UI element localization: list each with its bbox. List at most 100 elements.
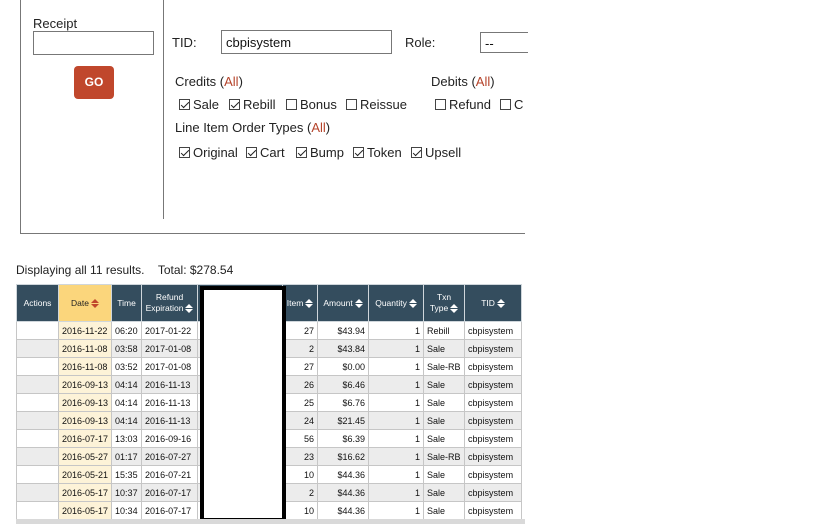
cell-expiration: 2016-07-27 xyxy=(141,447,199,466)
cell-type: Sale xyxy=(423,465,466,484)
sort-arrows-icon xyxy=(305,298,314,308)
results-total: Total: $278.54 xyxy=(157,263,234,277)
col-date[interactable]: Date xyxy=(57,284,113,322)
cell-quantity: 1 xyxy=(368,357,425,376)
cell-time: 04:14 xyxy=(111,393,143,412)
cell-amount: $43.94 xyxy=(317,321,370,340)
credits-all-link[interactable]: All xyxy=(224,74,238,89)
horizontal-scrollbar[interactable] xyxy=(16,519,525,524)
debits-option[interactable]: C xyxy=(500,97,523,112)
col-item[interactable]: Item xyxy=(282,284,319,322)
receipt-label: Receipt xyxy=(33,16,78,31)
debits-label: Debits ( xyxy=(431,74,476,89)
cell-type: Sale-RB xyxy=(423,447,466,466)
credits-label: Credits ( xyxy=(175,74,225,89)
cell-date: 2016-05-17 xyxy=(57,501,113,520)
cell-type: Sale xyxy=(423,411,466,430)
checkbox-icon[interactable] xyxy=(435,99,446,110)
cell-actions xyxy=(16,339,59,358)
col-actions-label: Actions xyxy=(23,297,52,308)
checkbox-icon[interactable] xyxy=(353,147,364,158)
cell-amount: $0.00 xyxy=(317,357,370,376)
cell-quantity: 1 xyxy=(368,411,425,430)
credits-close-paren: ) xyxy=(238,74,243,89)
cell-item: 24 xyxy=(282,411,319,430)
credits-option[interactable]: Reissue xyxy=(346,97,407,112)
cell-date: 2016-05-27 xyxy=(57,447,113,466)
cell-tid: cbpisystem xyxy=(464,411,523,430)
col-tid-label: TID xyxy=(481,297,495,308)
cell-amount: $6.46 xyxy=(317,375,370,394)
cell-amount: $16.62 xyxy=(317,447,370,466)
cell-expiration: 2016-11-13 xyxy=(141,393,199,412)
debits-all-link[interactable]: All xyxy=(476,74,490,89)
credits-option-label: Bonus xyxy=(300,97,337,112)
go-button[interactable]: GO xyxy=(74,66,114,99)
cell-actions xyxy=(16,429,59,448)
cell-item: 2 xyxy=(282,339,319,358)
col-refund-expiration[interactable]: Refund Expiration xyxy=(141,284,199,322)
line-item-types-label: Line Item Order Types ( xyxy=(175,120,312,135)
cell-actions xyxy=(16,357,59,376)
debits-option[interactable]: Refund xyxy=(435,97,491,112)
credits-option-label: Sale xyxy=(193,97,220,112)
line-item-type-option-label: Bump xyxy=(310,145,344,160)
cell-item: 23 xyxy=(282,447,319,466)
role-select[interactable]: -- xyxy=(480,32,528,53)
cell-type: Sale-RB xyxy=(423,357,466,376)
cell-expiration: 2017-01-08 xyxy=(141,339,199,358)
checkbox-icon[interactable] xyxy=(411,147,422,158)
filter-panel-divider xyxy=(163,0,164,219)
checkbox-icon[interactable] xyxy=(296,147,307,158)
col-quantity[interactable]: Quantity xyxy=(368,284,425,322)
debits-close-paren: ) xyxy=(490,74,495,89)
cell-quantity: 1 xyxy=(368,501,425,520)
line-item-type-option[interactable]: Cart xyxy=(246,145,285,160)
checkbox-icon[interactable] xyxy=(346,99,357,110)
col-refund-expiration-label-1: Refund xyxy=(155,292,184,302)
cell-actions xyxy=(16,375,59,394)
credits-option-label: Rebill xyxy=(243,97,276,112)
col-amount[interactable]: Amount xyxy=(317,284,370,322)
cell-actions xyxy=(16,465,59,484)
cell-expiration: 2017-01-22 xyxy=(141,321,199,340)
tid-input[interactable] xyxy=(221,30,392,54)
cell-actions xyxy=(16,483,59,502)
cell-quantity: 1 xyxy=(368,375,425,394)
checkbox-icon[interactable] xyxy=(179,147,190,158)
cell-type: Sale xyxy=(423,393,466,412)
line-item-type-option[interactable]: Bump xyxy=(296,145,344,160)
col-txn-type[interactable]: Txn Type xyxy=(423,284,466,322)
checkbox-icon[interactable] xyxy=(246,147,257,158)
checkbox-icon[interactable] xyxy=(179,99,190,110)
cell-type: Sale xyxy=(423,339,466,358)
cell-tid: cbpisystem xyxy=(464,339,523,358)
receipt-input[interactable] xyxy=(33,31,154,55)
filter-panel-left-border xyxy=(20,0,21,234)
cell-date: 2016-05-17 xyxy=(57,483,113,502)
cell-item: 56 xyxy=(282,429,319,448)
line-item-types-heading: Line Item Order Types (All) xyxy=(175,120,330,135)
credits-option[interactable]: Rebill xyxy=(229,97,276,112)
col-date-label: Date xyxy=(71,297,89,308)
cell-type: Sale xyxy=(423,429,466,448)
line-item-types-all-link[interactable]: All xyxy=(311,120,325,135)
credits-option[interactable]: Sale xyxy=(179,97,219,112)
sort-arrows-icon xyxy=(496,298,505,308)
cell-expiration: 2016-09-16 xyxy=(141,429,199,448)
cell-amount: $21.45 xyxy=(317,411,370,430)
cell-expiration: 2016-11-13 xyxy=(141,375,199,394)
line-item-type-option[interactable]: Token xyxy=(353,145,402,160)
cell-tid: cbpisystem xyxy=(464,357,523,376)
col-time[interactable]: Time xyxy=(111,284,143,322)
cell-tid: cbpisystem xyxy=(464,483,523,502)
checkbox-icon[interactable] xyxy=(500,99,511,110)
checkbox-icon[interactable] xyxy=(229,99,240,110)
credits-option[interactable]: Bonus xyxy=(286,97,337,112)
cell-time: 04:14 xyxy=(111,375,143,394)
line-item-type-option[interactable]: Original xyxy=(179,145,238,160)
cell-quantity: 1 xyxy=(368,483,425,502)
checkbox-icon[interactable] xyxy=(286,99,297,110)
line-item-type-option[interactable]: Upsell xyxy=(411,145,461,160)
col-tid[interactable]: TID xyxy=(464,284,523,322)
